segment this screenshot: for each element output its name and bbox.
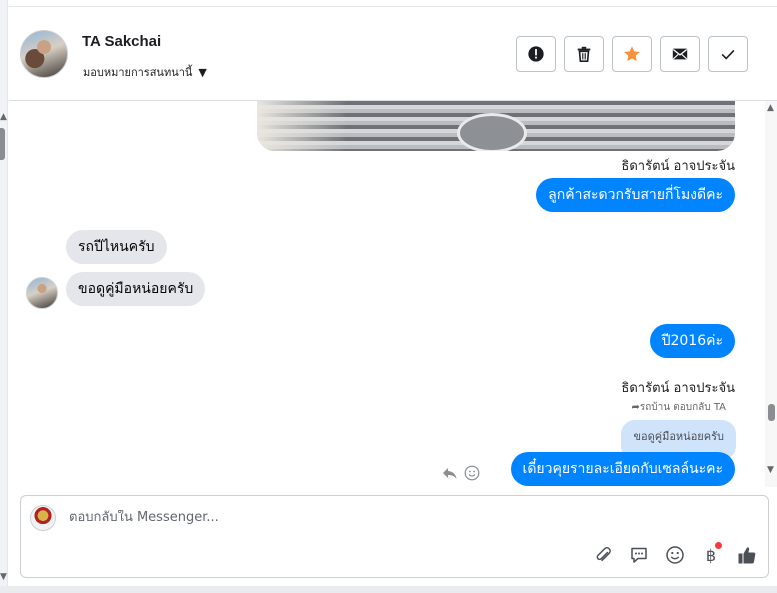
left-collapse-handle[interactable] [0, 128, 5, 160]
mark-spam-button[interactable] [516, 36, 556, 72]
baht-icon: ฿ [705, 545, 717, 565]
mark-done-button[interactable] [708, 36, 748, 72]
left-scroll-up-icon[interactable]: ▲ [0, 112, 7, 122]
window-bottom-edge [0, 586, 777, 593]
react-smiley-icon[interactable] [464, 465, 480, 481]
thread-scrollbar[interactable]: ▲ ▼ [765, 101, 777, 487]
notification-dot [715, 542, 722, 549]
sender-name: ธิดารัตน์ อาจประจัน [621, 159, 735, 174]
left-sidebar-edge: ▲ ▼ [0, 0, 8, 593]
saved-replies-button[interactable] [628, 544, 650, 566]
sender-name: ธิดารัตน์ อาจประจัน [621, 381, 735, 396]
envelope-icon [672, 48, 688, 60]
star-button[interactable] [612, 36, 652, 72]
contact-avatar[interactable] [20, 30, 68, 78]
reply-context-note: ➦รถบ้าน ตอบกลับ TA [631, 402, 726, 413]
conversation-header: TA Sakchai มอบหมายการสนทนานี้ ▼ [9, 6, 777, 101]
assign-conversation-dropdown[interactable]: มอบหมายการสนทนานี้ ▼ [83, 63, 207, 81]
messenger-window: ▲ ▼ TA Sakchai มอบหมายการสนทนานี้ ▼ ธิดา… [0, 0, 777, 593]
incoming-message[interactable]: รถปีไหนครับ [66, 230, 167, 264]
message-thread[interactable]: ธิดารัตน์ อาจประจัน ลูกค้าสะดวกรับสายกี่… [9, 101, 765, 487]
message-input[interactable] [69, 510, 669, 525]
speech-bubble-icon [631, 547, 647, 563]
like-button[interactable] [736, 544, 758, 566]
attach-button[interactable] [592, 544, 614, 566]
outgoing-message[interactable]: เดี๋ยวคุยรายละเอียดกับเซลล์นะคะ [510, 452, 735, 486]
check-icon [721, 49, 735, 60]
scroll-up-icon[interactable]: ▲ [767, 103, 774, 113]
emoji-button[interactable] [664, 544, 686, 566]
contact-avatar-small [26, 277, 58, 309]
composer-tools: ฿ [592, 542, 758, 566]
alert-icon [528, 46, 544, 62]
incoming-message[interactable]: ขอดูคู่มือหน่อยครับ [66, 272, 206, 306]
outgoing-message[interactable]: ปี2016ค่ะ [649, 324, 735, 358]
page-avatar [30, 505, 56, 531]
contact-name[interactable]: TA Sakchai [82, 33, 161, 50]
paperclip-icon [596, 547, 611, 562]
message-hover-tools [442, 465, 480, 481]
thumbs-up-icon [738, 547, 756, 564]
assign-label: มอบหมายการสนทนานี้ [83, 66, 193, 79]
mark-unread-button[interactable] [660, 36, 700, 72]
reply-arrow-icon: ➦ [631, 402, 640, 413]
conversation-actions [516, 36, 748, 72]
left-scroll-down-icon[interactable]: ▼ [0, 572, 7, 582]
outgoing-message[interactable]: ลูกค้าสะดวกรับสายกี่โมงดีคะ [536, 178, 735, 212]
scrollbar-thumb[interactable] [768, 404, 775, 421]
payment-button[interactable]: ฿ [700, 542, 722, 566]
scroll-down-icon[interactable]: ▼ [767, 465, 774, 475]
caret-down-icon: ▼ [198, 65, 207, 79]
reply-icon[interactable] [442, 465, 458, 481]
trash-icon [577, 46, 591, 63]
delete-button[interactable] [564, 36, 604, 72]
star-icon [624, 46, 640, 62]
shared-photo-car-grille[interactable] [257, 101, 735, 151]
reply-composer: ฿ [20, 495, 769, 578]
smiley-icon [666, 546, 684, 564]
